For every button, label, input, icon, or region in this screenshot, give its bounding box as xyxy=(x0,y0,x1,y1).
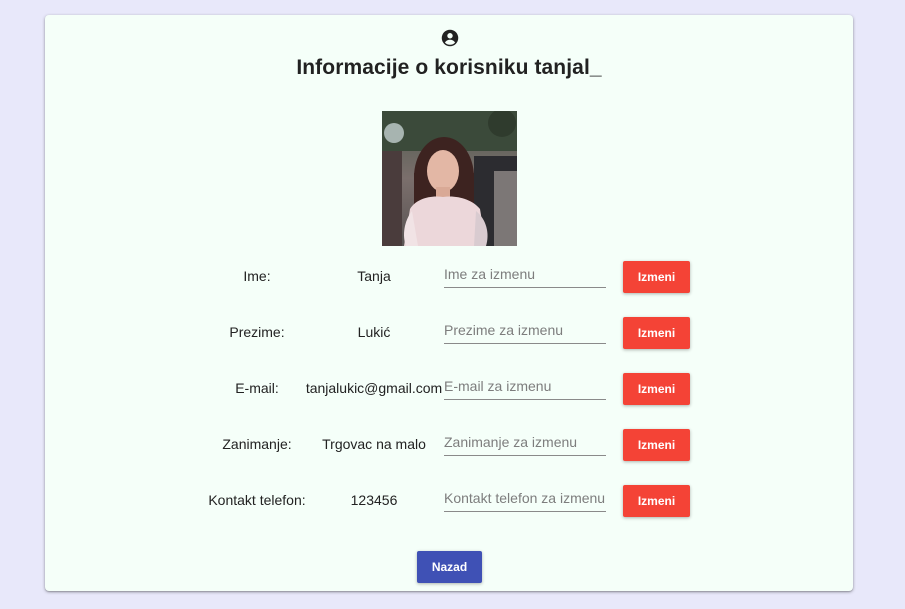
prezime-input[interactable] xyxy=(444,316,606,344)
field-value: tanjalukic@gmail.com xyxy=(305,380,443,396)
field-label: Prezime: xyxy=(229,324,285,340)
field-row-prezime: Prezime: Lukić Izmeni xyxy=(0,316,905,350)
field-value: 123456 xyxy=(350,492,398,508)
field-value: Tanja xyxy=(357,268,391,284)
field-value: Trgovac na malo xyxy=(322,436,426,452)
field-row-ime: Ime: Tanja Izmeni xyxy=(0,260,905,294)
email-input[interactable] xyxy=(444,372,606,400)
zanimanje-input[interactable] xyxy=(444,428,606,456)
field-label: E-mail: xyxy=(235,380,279,396)
izmeni-ime-button[interactable]: Izmeni xyxy=(623,261,690,293)
field-label: Zanimanje: xyxy=(222,436,292,452)
izmeni-zanimanje-button[interactable]: Izmeni xyxy=(623,429,690,461)
kontakt-telefon-input[interactable] xyxy=(444,484,606,512)
page-title: Informacije o korisniku tanjal_ xyxy=(296,56,602,79)
izmeni-email-button[interactable]: Izmeni xyxy=(623,373,690,405)
ime-input[interactable] xyxy=(444,260,606,288)
field-value: Lukić xyxy=(357,324,391,340)
field-row-zanimanje: Zanimanje: Trgovac na malo Izmeni xyxy=(0,428,905,462)
izmeni-prezime-button[interactable]: Izmeni xyxy=(623,317,690,349)
field-label: Ime: xyxy=(243,268,271,284)
izmeni-kontakt-telefon-button[interactable]: Izmeni xyxy=(623,485,690,517)
profile-photo xyxy=(382,111,517,246)
field-row-email: E-mail: tanjalukic@gmail.com Izmeni xyxy=(0,372,905,406)
account-circle-icon xyxy=(441,29,459,47)
field-row-kontakt-telefon: Kontakt telefon: 123456 Izmeni xyxy=(0,484,905,518)
nazad-button[interactable]: Nazad xyxy=(417,551,482,583)
field-label: Kontakt telefon: xyxy=(208,492,306,508)
